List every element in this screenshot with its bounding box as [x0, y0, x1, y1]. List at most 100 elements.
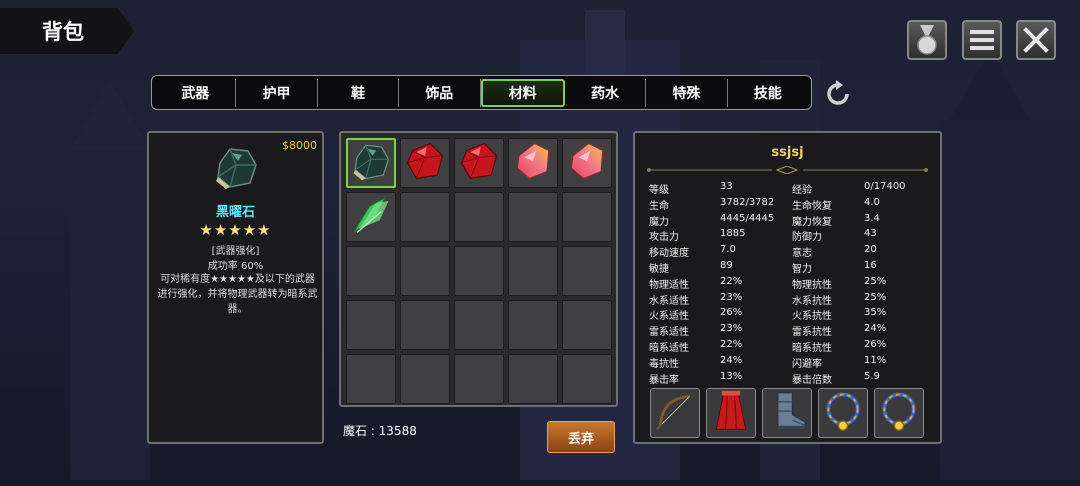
equipment-slot[interactable]	[874, 388, 924, 438]
stat-label: 闪避率	[792, 358, 822, 370]
empty-inventory-slot[interactable]	[346, 354, 396, 404]
stat-label: 水系抗性	[792, 295, 832, 307]
inventory-slot[interactable]	[508, 138, 558, 188]
player-name: ssjsj	[771, 145, 804, 160]
stat-value: 0/17400	[864, 181, 906, 192]
stat-value: 7.0	[720, 244, 736, 256]
equipment-slot[interactable]	[818, 388, 868, 438]
inventory-slot[interactable]	[454, 138, 504, 188]
category-tabs: 武器 护甲鞋饰品 材料 药水 特殊 技能	[151, 75, 812, 110]
empty-inventory-slot[interactable]	[454, 354, 504, 404]
empty-inventory-slot[interactable]	[508, 192, 558, 242]
red-ruby-icon	[404, 140, 446, 186]
stat-label: 暴击率	[649, 374, 679, 386]
stat-value: 43	[864, 228, 877, 240]
stat-value: 26%	[720, 307, 743, 319]
stat-value: 1885	[720, 228, 746, 240]
stat-label: 敏捷	[649, 263, 669, 275]
item-rarity-stars: ★★★★★	[199, 221, 272, 239]
pink-gold-crystal-icon	[512, 140, 554, 186]
stat-value: 3782/3782	[720, 196, 775, 208]
tab-5[interactable]: 材料	[480, 78, 565, 107]
inventory-slot[interactable]	[346, 192, 396, 242]
empty-inventory-slot[interactable]	[400, 300, 450, 350]
stat-label: 智力	[792, 263, 812, 275]
empty-inventory-slot[interactable]	[508, 246, 558, 296]
empty-inventory-slot[interactable]	[346, 300, 396, 350]
stat-label: 等级	[649, 185, 669, 196]
stat-value: 4.0	[864, 196, 880, 208]
item-name: 黑曜石	[215, 205, 255, 220]
stat-value: 4445/4445	[720, 212, 775, 224]
tab-7[interactable]: 特殊	[646, 78, 728, 107]
empty-inventory-slot[interactable]	[454, 300, 504, 350]
item-detail-panel: $8000 黑曜石 ★★★★★ [武器强化] 成功率 60% 可对稀有度★★★★…	[147, 131, 324, 444]
stat-value: 26%	[864, 338, 887, 350]
tab-6[interactable]: 药水	[565, 78, 647, 107]
stat-label: 物理适性	[649, 279, 689, 291]
stat-value: 16	[864, 259, 877, 271]
stat-value: 33	[720, 181, 733, 192]
tab-2[interactable]: 护甲	[236, 78, 318, 107]
page-title: 背包	[0, 8, 134, 54]
tab-4[interactable]: 饰品	[399, 78, 481, 107]
stat-value: 89	[720, 259, 733, 271]
stat-label: 生命恢复	[792, 200, 832, 212]
empty-inventory-slot[interactable]	[508, 300, 558, 350]
tab-8[interactable]: 技能	[728, 79, 808, 107]
inventory-slot[interactable]	[346, 138, 396, 188]
item-description: 可对稀有度★★★★★及以下的武器进行强化，并将物理武器转为暗系武器。	[157, 274, 318, 315]
stat-label: 火系抗性	[792, 311, 832, 323]
refresh-button[interactable]	[822, 78, 854, 110]
mana-stone-count: 魔石 : 13588	[343, 424, 417, 438]
empty-inventory-slot[interactable]	[562, 300, 612, 350]
tab-1[interactable]: 武器	[155, 78, 237, 107]
stat-value: 23%	[720, 323, 743, 335]
close-button[interactable]	[1016, 20, 1056, 60]
medal-icon	[917, 25, 937, 55]
red-ruby-icon	[458, 140, 500, 186]
stat-label: 移动速度	[649, 248, 689, 260]
stat-value: 3.4	[864, 212, 880, 224]
empty-inventory-slot[interactable]	[562, 246, 612, 296]
stats-table: 等级 33 经验 0/17400 生命 3782/3782 生命恢复 4.0 魔力 4445/44…	[649, 181, 934, 386]
empty-inventory-slot[interactable]	[400, 246, 450, 296]
item-success-rate: 成功率 60%	[207, 261, 264, 272]
stat-label: 毒抗性	[649, 358, 679, 370]
stat-value: 22%	[720, 338, 743, 350]
stat-label: 火系适性	[649, 311, 689, 323]
inventory-slot[interactable]	[400, 138, 450, 188]
close-icon	[1023, 27, 1049, 53]
stat-label: 攻击力	[649, 232, 679, 244]
obsidian-gem-icon	[212, 143, 260, 191]
empty-inventory-slot[interactable]	[562, 354, 612, 404]
inventory-grid-panel	[339, 131, 618, 407]
tab-3[interactable]: 鞋	[318, 78, 400, 107]
equipment-slot[interactable]	[762, 388, 812, 438]
stat-label: 暗系适性	[649, 342, 689, 354]
stat-value: 24%	[720, 354, 743, 366]
stat-value: 22%	[720, 275, 743, 287]
inventory-grid	[345, 137, 612, 405]
menu-button[interactable]	[962, 20, 1002, 60]
obsidian-gem-icon	[350, 140, 392, 186]
hamburger-icon	[970, 30, 994, 50]
empty-inventory-slot[interactable]	[454, 192, 504, 242]
equipment-slot[interactable]	[650, 388, 700, 438]
empty-inventory-slot[interactable]	[508, 354, 558, 404]
achievements-button[interactable]	[907, 20, 947, 60]
stat-value: 25%	[864, 275, 887, 287]
inventory-slot[interactable]	[562, 138, 612, 188]
stat-label: 生命	[649, 200, 669, 212]
empty-inventory-slot[interactable]	[400, 192, 450, 242]
empty-inventory-slot[interactable]	[346, 246, 396, 296]
equipment-slot[interactable]	[706, 388, 756, 438]
stat-label: 经验	[792, 185, 812, 196]
stat-label: 雷系抗性	[792, 327, 832, 339]
empty-inventory-slot[interactable]	[562, 192, 612, 242]
stat-value: 13%	[720, 370, 743, 382]
discard-button[interactable]: 丢弃	[547, 421, 615, 453]
empty-inventory-slot[interactable]	[454, 246, 504, 296]
item-price: $8000	[282, 139, 317, 152]
empty-inventory-slot[interactable]	[400, 354, 450, 404]
